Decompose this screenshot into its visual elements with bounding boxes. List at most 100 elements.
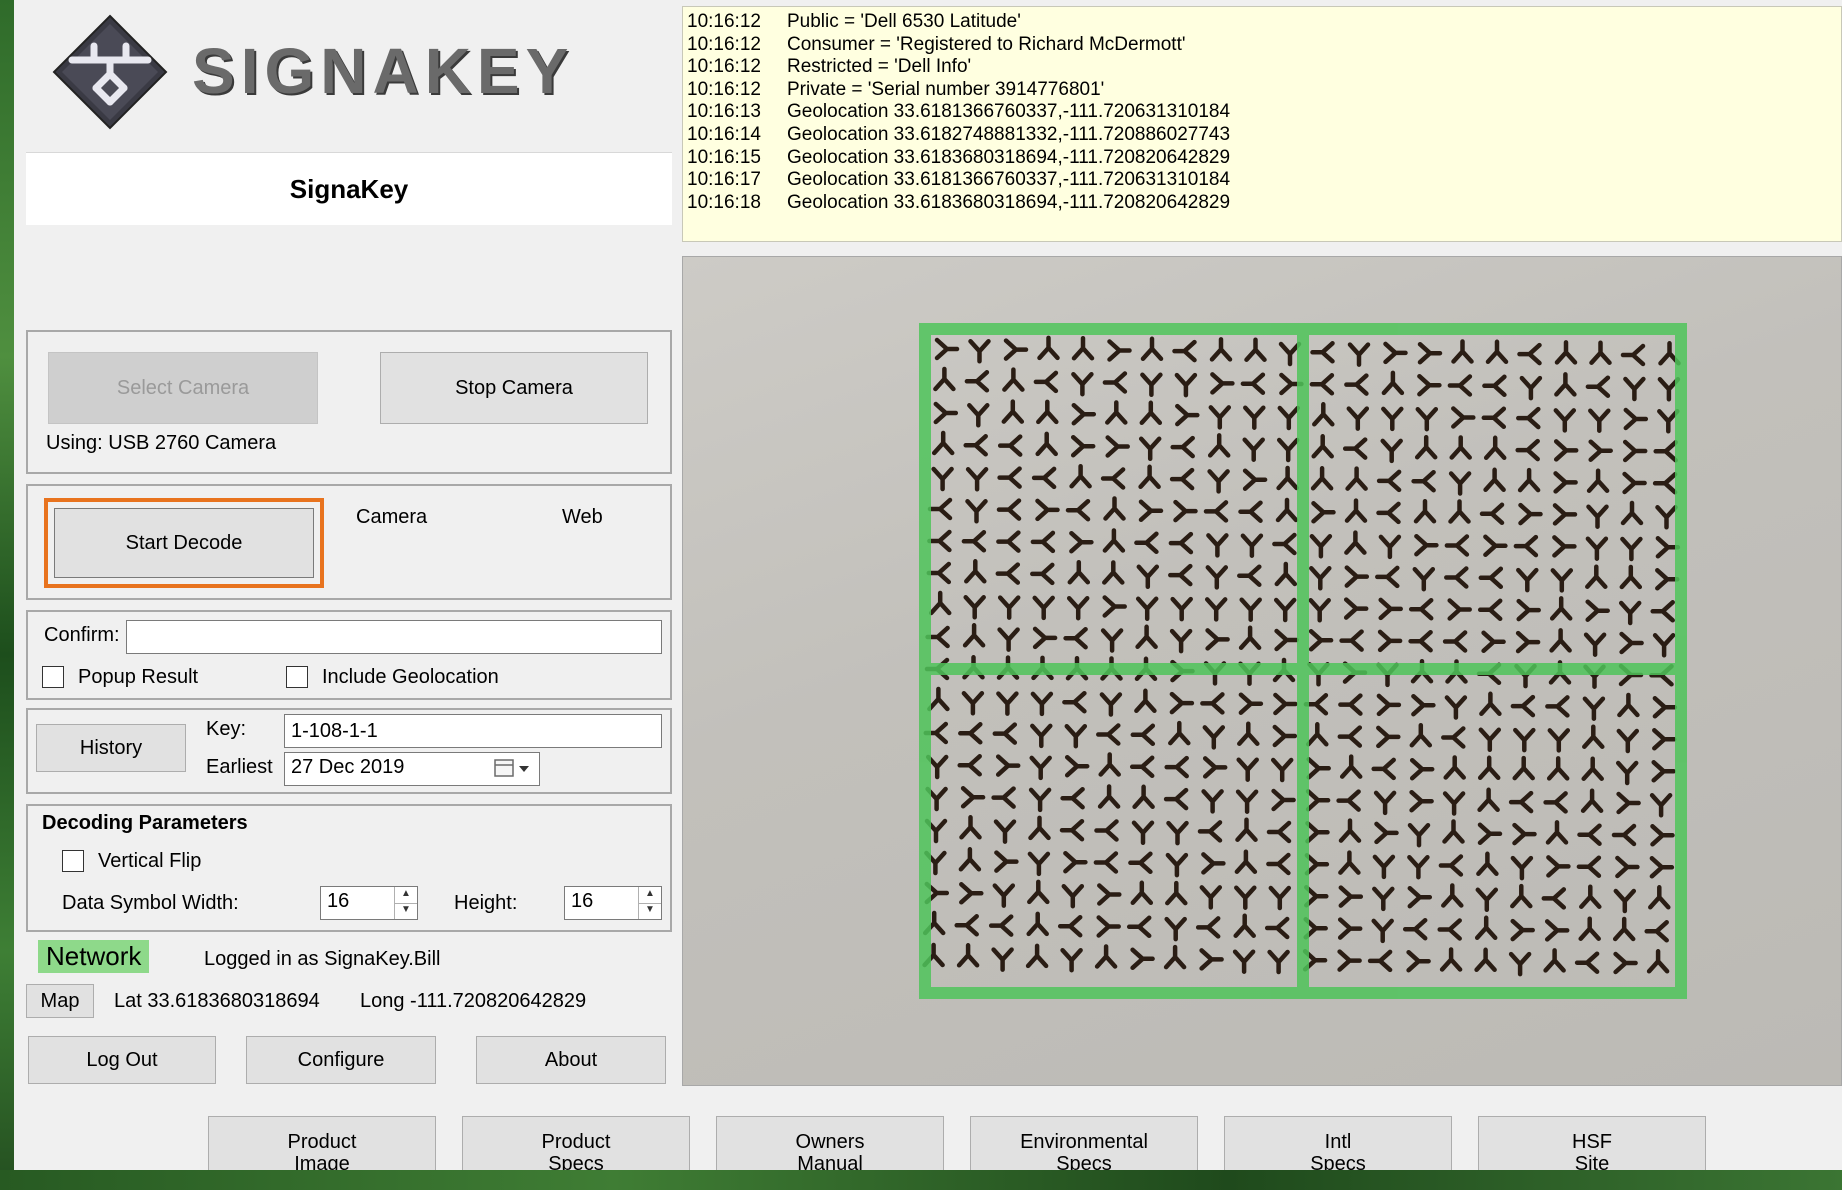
bottom-button-label: Product Image — [287, 1131, 357, 1170]
signakey-symbol — [1238, 692, 1264, 715]
signakey-symbol — [1063, 626, 1088, 650]
signakey-symbol — [1655, 536, 1681, 559]
signakey-symbol — [1545, 695, 1570, 718]
signakey-symbol — [926, 561, 952, 585]
earliest-date-picker[interactable]: 27 Dec 2019 — [284, 752, 540, 786]
signakey-symbol — [1550, 568, 1574, 593]
signakey-symbol — [1589, 340, 1612, 365]
configure-button[interactable]: Configure — [246, 1036, 436, 1084]
signakey-symbol — [1546, 855, 1571, 878]
symbol-width-spin-buttons: ▲ ▼ — [394, 887, 417, 919]
signakey-symbol — [1579, 884, 1602, 909]
signakey-symbol — [1244, 337, 1267, 362]
popup-result-checkbox[interactable] — [42, 666, 64, 688]
signakey-symbol — [959, 882, 984, 905]
history-button[interactable]: History — [36, 724, 186, 772]
signakey-symbol — [958, 722, 983, 745]
bottom-button-product-specs[interactable]: Product Specs — [462, 1116, 690, 1170]
include-geolocation-checkbox[interactable] — [286, 666, 308, 688]
signakey-symbol — [1168, 720, 1191, 746]
signakey-symbol — [1414, 434, 1438, 460]
signakey-symbol — [1652, 728, 1677, 751]
signakey-symbol — [1071, 402, 1097, 426]
signakey-symbol — [1100, 628, 1124, 653]
signakey-symbol — [996, 530, 1021, 553]
signakey-symbol — [996, 498, 1022, 521]
log-entry: 10:16:12 Private = 'Serial number 3914776… — [687, 79, 1837, 102]
chevron-up-icon[interactable]: ▲ — [639, 887, 661, 904]
signakey-symbol — [1033, 370, 1059, 394]
vertical-flip-checkbox[interactable] — [62, 850, 84, 872]
signakey-symbol — [1442, 791, 1466, 816]
chevron-down-icon[interactable]: ▼ — [639, 903, 661, 919]
signakey-symbol — [927, 686, 950, 712]
signakey-symbol — [1615, 760, 1639, 786]
signakey-symbol — [1553, 471, 1578, 494]
signakey-symbol — [1409, 789, 1434, 813]
signakey-symbol — [1475, 887, 1499, 913]
about-button[interactable]: About — [476, 1036, 666, 1084]
signakey-symbol — [960, 786, 986, 809]
bottom-button-owners-manual[interactable]: Owners Manual — [716, 1116, 944, 1170]
key-input[interactable] — [284, 714, 662, 748]
signakey-symbol — [1483, 435, 1507, 461]
signakey-symbol — [1554, 372, 1577, 397]
confirm-input[interactable] — [126, 620, 662, 654]
signakey-symbol — [1031, 466, 1057, 490]
calendar-dropdown-icon[interactable] — [493, 757, 533, 781]
bottom-button-environmental-specs[interactable]: Environmental Specs — [970, 1116, 1198, 1170]
start-decode-button[interactable]: Start Decode — [44, 498, 324, 588]
signakey-symbol — [1243, 405, 1266, 430]
bottom-button-product-image[interactable]: Product Image — [208, 1116, 436, 1170]
signakey-symbol — [1003, 338, 1029, 361]
event-log[interactable]: 10:16:12 Public = 'Dell 6530 Latitude' 10:… — [682, 6, 1842, 242]
signakey-symbol — [1235, 789, 1259, 814]
log-out-button[interactable]: Log Out — [28, 1036, 216, 1084]
symbol-width-stepper[interactable]: 16 ▲ ▼ — [320, 886, 418, 920]
chevron-up-icon[interactable]: ▲ — [395, 887, 417, 904]
height-stepper[interactable]: 16 ▲ ▼ — [564, 886, 662, 920]
signakey-symbol — [1273, 692, 1298, 716]
signakey-symbol — [1517, 467, 1541, 493]
web-source-option[interactable]: Web — [562, 506, 603, 529]
signakey-symbol — [963, 434, 988, 457]
key-label: Key: — [206, 718, 247, 740]
signakey-symbol — [1027, 851, 1051, 877]
app-title: SignaKey — [26, 152, 672, 225]
signakey-symbol — [1576, 855, 1602, 878]
signakey-symbol — [931, 466, 954, 492]
signakey-symbol — [1652, 633, 1676, 658]
signakey-symbol — [1173, 499, 1198, 523]
signakey-symbol — [1199, 885, 1223, 910]
signakey-symbol — [1443, 755, 1466, 780]
signakey-logo-icon — [52, 14, 168, 130]
log-timestamp: 10:16:12 — [687, 56, 761, 78]
signakey-symbol — [1583, 632, 1607, 657]
signakey-symbol — [1063, 850, 1088, 874]
signakey-symbol — [1402, 917, 1428, 941]
signakey-symbol — [961, 530, 987, 553]
signakey-symbol — [1620, 343, 1646, 367]
signakey-symbol — [1069, 530, 1094, 554]
signakey-symbol — [1071, 335, 1095, 361]
bottom-button-hsf-site[interactable]: HSF Site — [1478, 1116, 1706, 1170]
signakey-symbol — [1513, 727, 1536, 753]
signakey-symbol — [1308, 598, 1331, 623]
signakey-symbol — [1408, 629, 1433, 653]
height-label: Height: — [454, 892, 518, 914]
signakey-symbol — [1646, 949, 1670, 974]
signakey-symbol — [962, 623, 986, 648]
camera-source-option[interactable]: Camera — [356, 506, 427, 529]
signakey-symbol — [1622, 471, 1647, 495]
bottom-button-intl-specs[interactable]: Intl Specs — [1224, 1116, 1452, 1170]
chevron-down-icon[interactable]: ▼ — [395, 903, 417, 919]
signakey-symbol — [1029, 755, 1052, 781]
signakey-symbol — [1036, 399, 1059, 425]
signakey-symbol — [1168, 531, 1194, 555]
stop-camera-button[interactable]: Stop Camera — [380, 352, 648, 424]
confirm-label: Confirm: — [44, 624, 120, 646]
map-button[interactable]: Map — [26, 984, 94, 1018]
select-camera-button[interactable]: Select Camera — [48, 352, 318, 424]
signakey-symbol — [1622, 439, 1648, 463]
signakey-symbol — [1615, 855, 1640, 879]
